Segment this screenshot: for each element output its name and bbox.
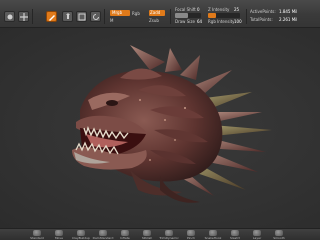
- draw-size-value: 64: [197, 19, 203, 24]
- total-points-value: 2.261 Mil: [279, 17, 298, 22]
- shelf-brush-button[interactable]: hPolish: [140, 230, 154, 240]
- rgb-intensity-label: Rgb Intensity: [208, 19, 235, 24]
- shelf-brush-label: Pinch: [186, 236, 196, 240]
- shelf-brush-label: Standard: [30, 236, 44, 240]
- m-label[interactable]: M: [110, 18, 113, 23]
- active-points-label: ActivePoints:: [250, 9, 276, 14]
- gizmo-move-icon[interactable]: [18, 11, 29, 22]
- focal-shift-label: Focal Shift: [175, 7, 196, 12]
- rgb-intensity-value: 100: [234, 19, 242, 24]
- focal-shift-slider[interactable]: [175, 13, 201, 18]
- draw-size-label: Draw Size: [175, 19, 195, 24]
- shelf-brush-button[interactable]: Layer: [250, 230, 264, 240]
- shelf-brush-button[interactable]: Pinch: [184, 230, 198, 240]
- move-icon[interactable]: [62, 11, 73, 22]
- rotate-icon[interactable]: [90, 11, 101, 22]
- shelf-brush-button[interactable]: Move: [52, 230, 66, 240]
- edit-icon[interactable]: [46, 11, 57, 22]
- shelf-brush-label: Slash3: [230, 236, 240, 240]
- shelf-brush-button[interactable]: ClayBuildup: [72, 230, 90, 240]
- shelf-brush-label: Move: [54, 236, 64, 240]
- sculptris-icon[interactable]: [4, 11, 15, 22]
- zbrush-window: Mrgb Rgb M Zadd Zsub Focal Shift 0 Draw …: [0, 0, 320, 240]
- shelf-brush-button[interactable]: SnakeHook: [205, 230, 221, 240]
- zsub-label[interactable]: Zsub: [149, 18, 159, 23]
- shelf-brush-button[interactable]: TrimDynamic: [159, 230, 179, 240]
- mrgb-button[interactable]: Mrgb: [110, 10, 130, 16]
- shelf-brush-label: DamStandard: [92, 236, 114, 240]
- shelf-brush-button[interactable]: Smooth: [272, 230, 286, 240]
- shelf-brush-label: hPolish: [141, 236, 153, 240]
- dragon-head-model: [72, 45, 272, 203]
- shelf-brush-label: Layer: [252, 236, 262, 240]
- shelf-brush-label: SnakeHook: [204, 236, 222, 240]
- mrgb-label: Mrgb: [112, 10, 123, 15]
- rgb-label[interactable]: Rgb: [132, 11, 140, 16]
- zadd-button[interactable]: Zadd: [149, 10, 165, 16]
- shelf-brush-button[interactable]: Standard: [30, 230, 44, 240]
- active-points-value: 1.845 Mil: [279, 9, 298, 14]
- top-toolbar: Mrgb Rgb M Zadd Zsub Focal Shift 0 Draw …: [0, 0, 320, 28]
- scale-icon[interactable]: [76, 11, 87, 22]
- shelf-brush-label: Inflate: [120, 236, 130, 240]
- total-points-label: TotalPoints:: [250, 17, 273, 22]
- zadd-label: Zadd: [150, 10, 161, 15]
- brush-shelf: Standard Move ClayBuildup DamStandard Inflat…: [0, 228, 320, 240]
- z-intensity-label: Z Intensity: [208, 7, 230, 12]
- shelf-brush-label: Smooth: [273, 236, 285, 240]
- z-intensity-slider[interactable]: [208, 13, 240, 18]
- shelf-brush-button[interactable]: Inflate: [118, 230, 132, 240]
- focal-shift-value: 0: [197, 7, 200, 12]
- shelf-brush-button[interactable]: DamStandard: [93, 230, 113, 240]
- shelf-brush-button[interactable]: Slash3: [228, 230, 242, 240]
- 3d-viewport[interactable]: [0, 28, 320, 228]
- shelf-brush-label: TrimDynamic: [159, 236, 179, 240]
- z-intensity-value: 25: [234, 7, 240, 12]
- shelf-brush-label: ClayBuildup: [72, 236, 90, 240]
